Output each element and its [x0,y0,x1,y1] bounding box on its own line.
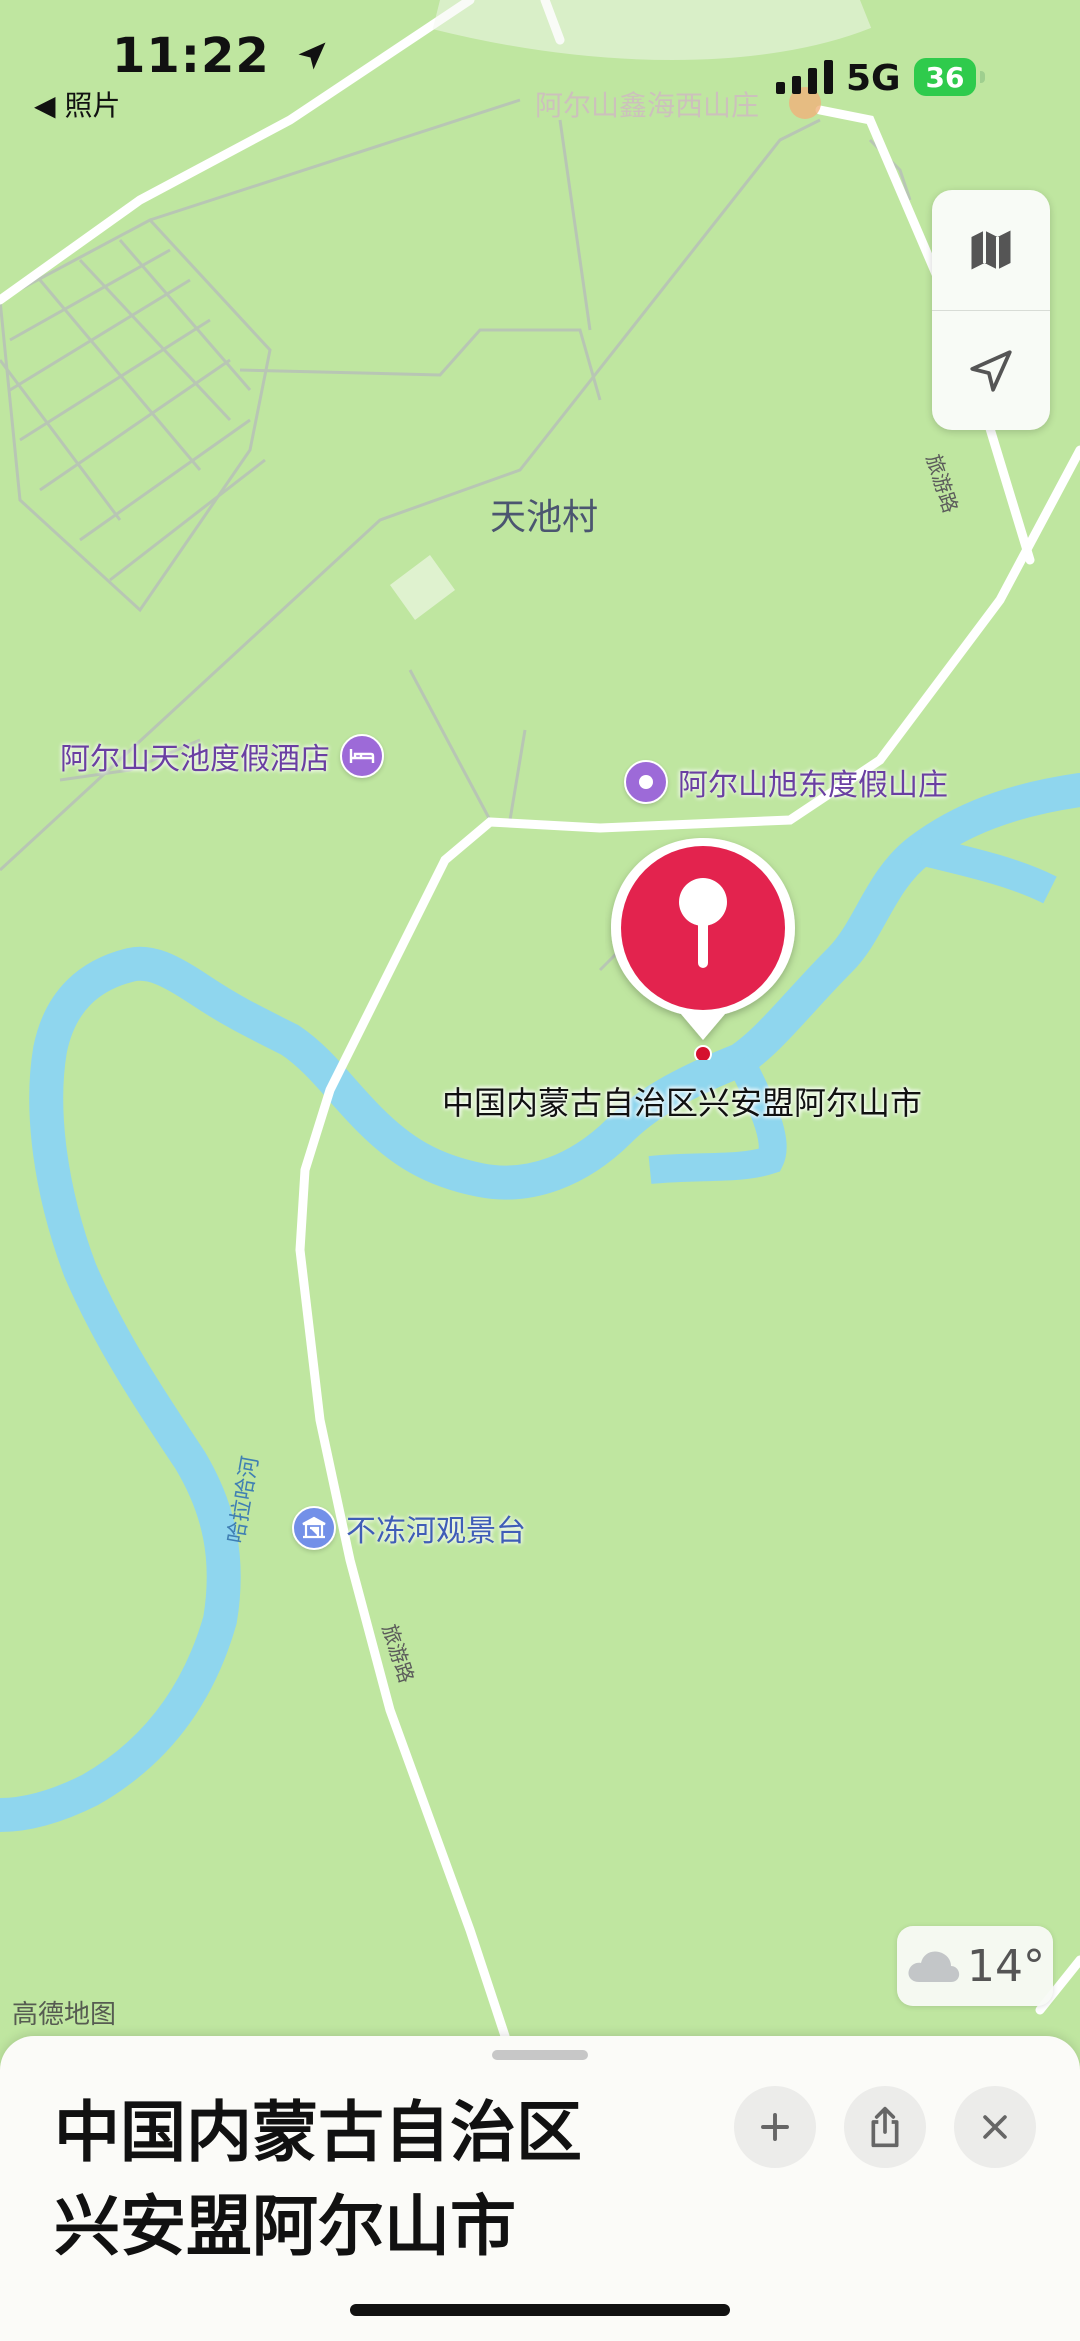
network-type: 5G [846,58,901,99]
add-button[interactable] [734,2086,816,2168]
plus-icon [761,2113,789,2141]
village-label: 天池村 [490,497,599,538]
location-arrow-outline-icon [970,350,1012,392]
weather-badge[interactable]: 14° [897,1926,1053,2006]
pin-address-label: 中国内蒙古自治区兴安盟阿尔山市 [442,1084,923,1122]
share-icon [871,2106,899,2148]
place-sheet[interactable]: 中国内蒙古自治区 兴安盟阿尔山市 [0,2036,1080,2341]
dot-icon [624,760,668,804]
home-indicator[interactable] [350,2304,730,2316]
place-title: 中国内蒙古自治区 兴安盟阿尔山市 [54,2094,582,2265]
map-controls [932,190,1050,430]
location-arrow-icon [298,42,326,70]
cellular-signal-icon [776,60,833,94]
bed-icon [340,734,384,778]
poi-viewpoint[interactable]: 不冻河观景台 [292,1506,526,1550]
back-chevron-icon: ◀ [34,89,56,122]
map-attribution[interactable]: 高德地图 [12,1994,116,2031]
status-bar: 11:22 ◀ 照片 5G 36 [0,0,1080,140]
sheet-grabber[interactable] [492,2050,588,2060]
back-to-app-button[interactable]: ◀ 照片 [34,84,120,124]
clock: 11:22 [112,28,330,84]
share-button[interactable] [844,2086,926,2168]
map-fold-icon [971,230,1011,270]
pavilion-icon [292,1506,336,1550]
cloud-icon [908,1951,960,1982]
poi-hotel[interactable]: 阿尔山天池度假酒店 [60,734,384,778]
close-icon [983,2115,1007,2139]
dropped-pin[interactable] [605,830,801,1063]
map-mode-button[interactable] [932,190,1050,310]
battery-icon: 36 [914,58,985,96]
locate-me-button[interactable] [932,310,1050,430]
poi-resort[interactable]: 阿尔山旭东度假山庄 [624,760,948,804]
close-button[interactable] [954,2086,1036,2168]
pin-marker-icon [611,838,795,1063]
